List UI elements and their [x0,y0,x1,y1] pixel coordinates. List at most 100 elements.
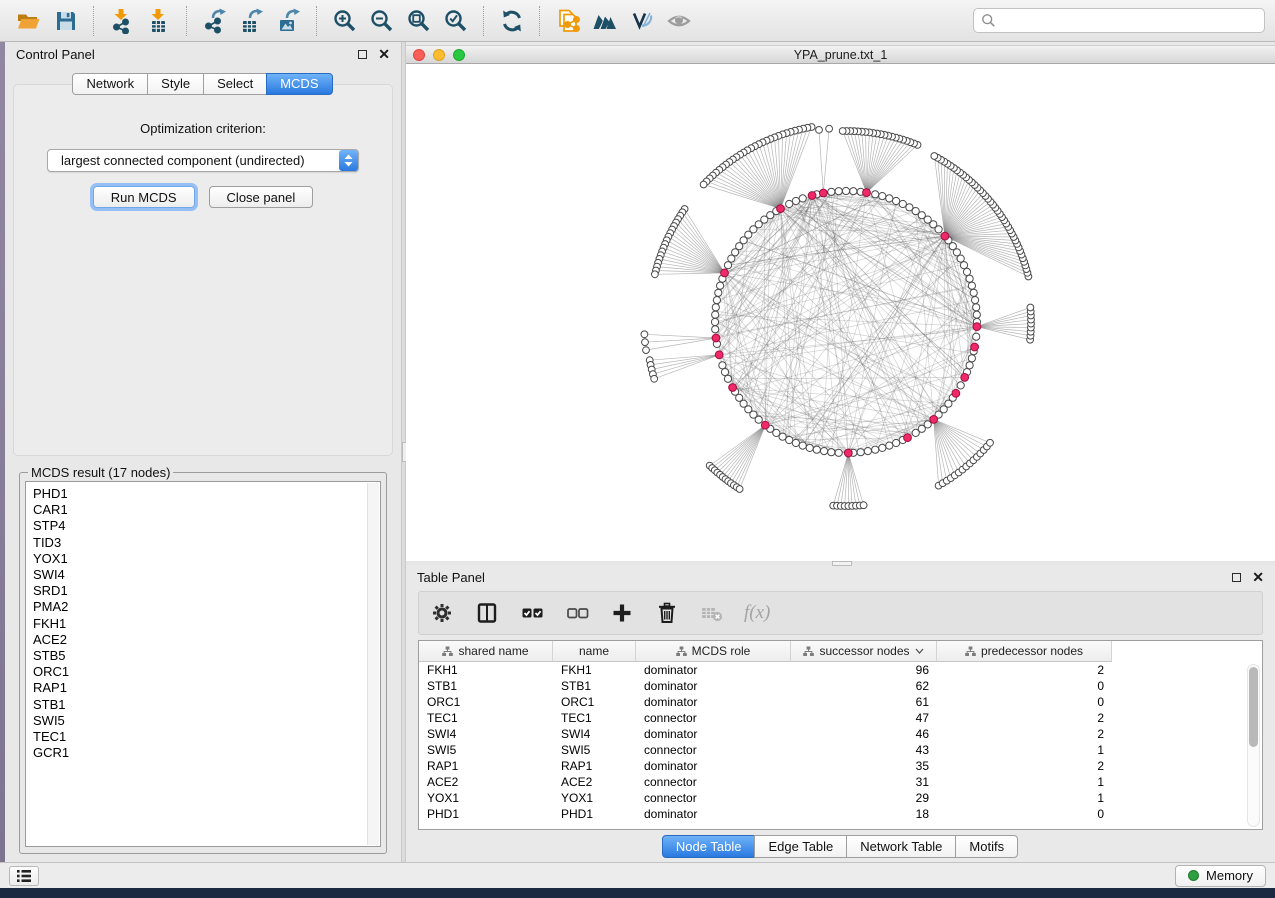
mcds-result-item[interactable]: RAP1 [33,680,380,696]
mcds-result-item[interactable]: SRD1 [33,583,380,599]
import-network-button[interactable] [103,4,140,38]
mcds-result-item[interactable]: TEC1 [33,729,380,745]
show-columns-button[interactable] [474,600,500,626]
tab-network[interactable]: Network [72,73,148,95]
column-header-name[interactable]: name [553,641,636,662]
mcds-result-item[interactable]: STP4 [33,518,380,534]
horizontal-splitter[interactable] [406,561,1275,565]
export-image-button[interactable] [270,4,307,38]
search-input[interactable] [996,11,1257,31]
open-file-button[interactable] [10,4,47,38]
network-canvas[interactable] [406,64,1275,561]
export-image-icon [276,8,302,34]
deselect-all-button[interactable] [564,600,590,626]
delete-row-icon [654,600,680,626]
mcds-result-item[interactable]: ACE2 [33,632,380,648]
mcds-result-item[interactable]: YOX1 [33,551,380,567]
delete-row-button[interactable] [654,600,680,626]
table-cell: PHD1 [553,807,636,821]
table-cell: 96 [791,663,937,677]
memory-label: Memory [1206,868,1253,883]
hide-selection-button[interactable] [623,4,660,38]
column-header-shared-name[interactable]: shared name [419,641,553,662]
tab-motifs[interactable]: Motifs [955,835,1018,858]
show-hidden-button[interactable] [660,4,697,38]
mcds-result-item[interactable]: SWI4 [33,567,380,583]
float-table-panel-icon[interactable] [1232,573,1241,582]
table-cell: 1 [937,743,1112,757]
show-hidden-icon [666,8,692,34]
clone-network-button[interactable] [549,4,586,38]
close-panel-icon[interactable]: ✕ [378,49,390,59]
deselect-all-icon [564,600,590,626]
mcds-result-item[interactable]: TID3 [33,535,380,551]
zoom-out-button[interactable] [363,4,400,38]
column-header-successor-nodes[interactable]: successor nodes [791,641,937,662]
export-table-icon [239,8,265,34]
search-neighbors-button[interactable] [586,4,623,38]
tab-select[interactable]: Select [203,73,267,95]
zoom-fit-button[interactable] [400,4,437,38]
control-panel-titlebar: Control Panel ✕ [5,42,401,66]
table-cell: ORC1 [419,695,553,709]
add-row-button[interactable] [609,600,635,626]
mcds-result-item[interactable]: GCR1 [33,745,380,761]
save-session-button[interactable] [47,4,84,38]
mcds-result-item[interactable]: ORC1 [33,664,380,680]
optimization-criterion-select[interactable]: largest connected component (undirected) [47,149,359,172]
table-row[interactable]: STB1STB1dominator620 [419,678,1262,694]
table-scrollbar-thumb[interactable] [1249,667,1258,747]
zoom-in-button[interactable] [326,4,363,38]
table-row[interactable]: PHD1PHD1dominator180 [419,806,1262,822]
column-header-predecessor-nodes[interactable]: predecessor nodes [937,641,1112,662]
table-row[interactable]: ACE2ACE2connector311 [419,774,1262,790]
mcds-result-item[interactable]: STB1 [33,697,380,713]
table-scrollbar[interactable] [1247,664,1260,827]
window-minimize-icon[interactable] [433,49,445,61]
float-panel-icon[interactable] [358,50,367,59]
mcds-result-item[interactable]: STB5 [33,648,380,664]
tab-edge-table[interactable]: Edge Table [754,835,847,858]
export-network-button[interactable] [196,4,233,38]
table-row[interactable]: SWI5SWI5connector431 [419,742,1262,758]
table-cell: YOX1 [419,791,553,805]
mcds-result-item[interactable]: PMA2 [33,599,380,615]
memory-button[interactable]: Memory [1175,865,1266,887]
import-table-button[interactable] [140,4,177,38]
window-zoom-icon[interactable] [453,49,465,61]
table-cell: ACE2 [419,775,553,789]
network-graph[interactable] [406,64,1275,561]
mcds-result-item[interactable]: SWI5 [33,713,380,729]
run-mcds-button[interactable]: Run MCDS [93,186,195,208]
table-cell: SWI5 [553,743,636,757]
network-view-window: YPA_prune.txt_1 [406,45,1275,561]
window-close-icon[interactable] [413,49,425,61]
zoom-selected-button[interactable] [437,4,474,38]
table-row[interactable]: RAP1RAP1dominator352 [419,758,1262,774]
column-type-icon [676,646,687,657]
table-row[interactable]: ORC1ORC1dominator610 [419,694,1262,710]
mcds-result-item[interactable]: FKH1 [33,616,380,632]
mcds-result-item[interactable]: PHD1 [33,486,380,502]
table-row[interactable]: TEC1TEC1connector472 [419,710,1262,726]
tab-network-table[interactable]: Network Table [846,835,956,858]
select-all-button[interactable] [519,600,545,626]
table-row[interactable]: YOX1YOX1connector291 [419,790,1262,806]
close-panel-button[interactable]: Close panel [209,186,314,208]
column-header-MCDS-role[interactable]: MCDS role [636,641,791,662]
export-table-button[interactable] [233,4,270,38]
table-settings-icon [429,600,455,626]
table-row[interactable]: FKH1FKH1dominator962 [419,662,1262,678]
show-panels-button[interactable] [9,866,39,886]
mcds-result-list[interactable]: PHD1CAR1STP4TID3YOX1SWI4SRD1PMA2FKH1ACE2… [25,481,381,847]
tab-node-table[interactable]: Node Table [662,835,756,858]
table-row[interactable]: SWI4SWI4dominator462 [419,726,1262,742]
tab-style[interactable]: Style [147,73,204,95]
tab-mcds[interactable]: MCDS [266,73,332,95]
mcds-result-item[interactable]: CAR1 [33,502,380,518]
refresh-button[interactable] [493,4,530,38]
function-builder-button: f(x) [744,600,770,626]
close-table-panel-icon[interactable]: ✕ [1252,572,1264,582]
table-cell: 46 [791,727,937,741]
table-settings-button[interactable] [429,600,455,626]
